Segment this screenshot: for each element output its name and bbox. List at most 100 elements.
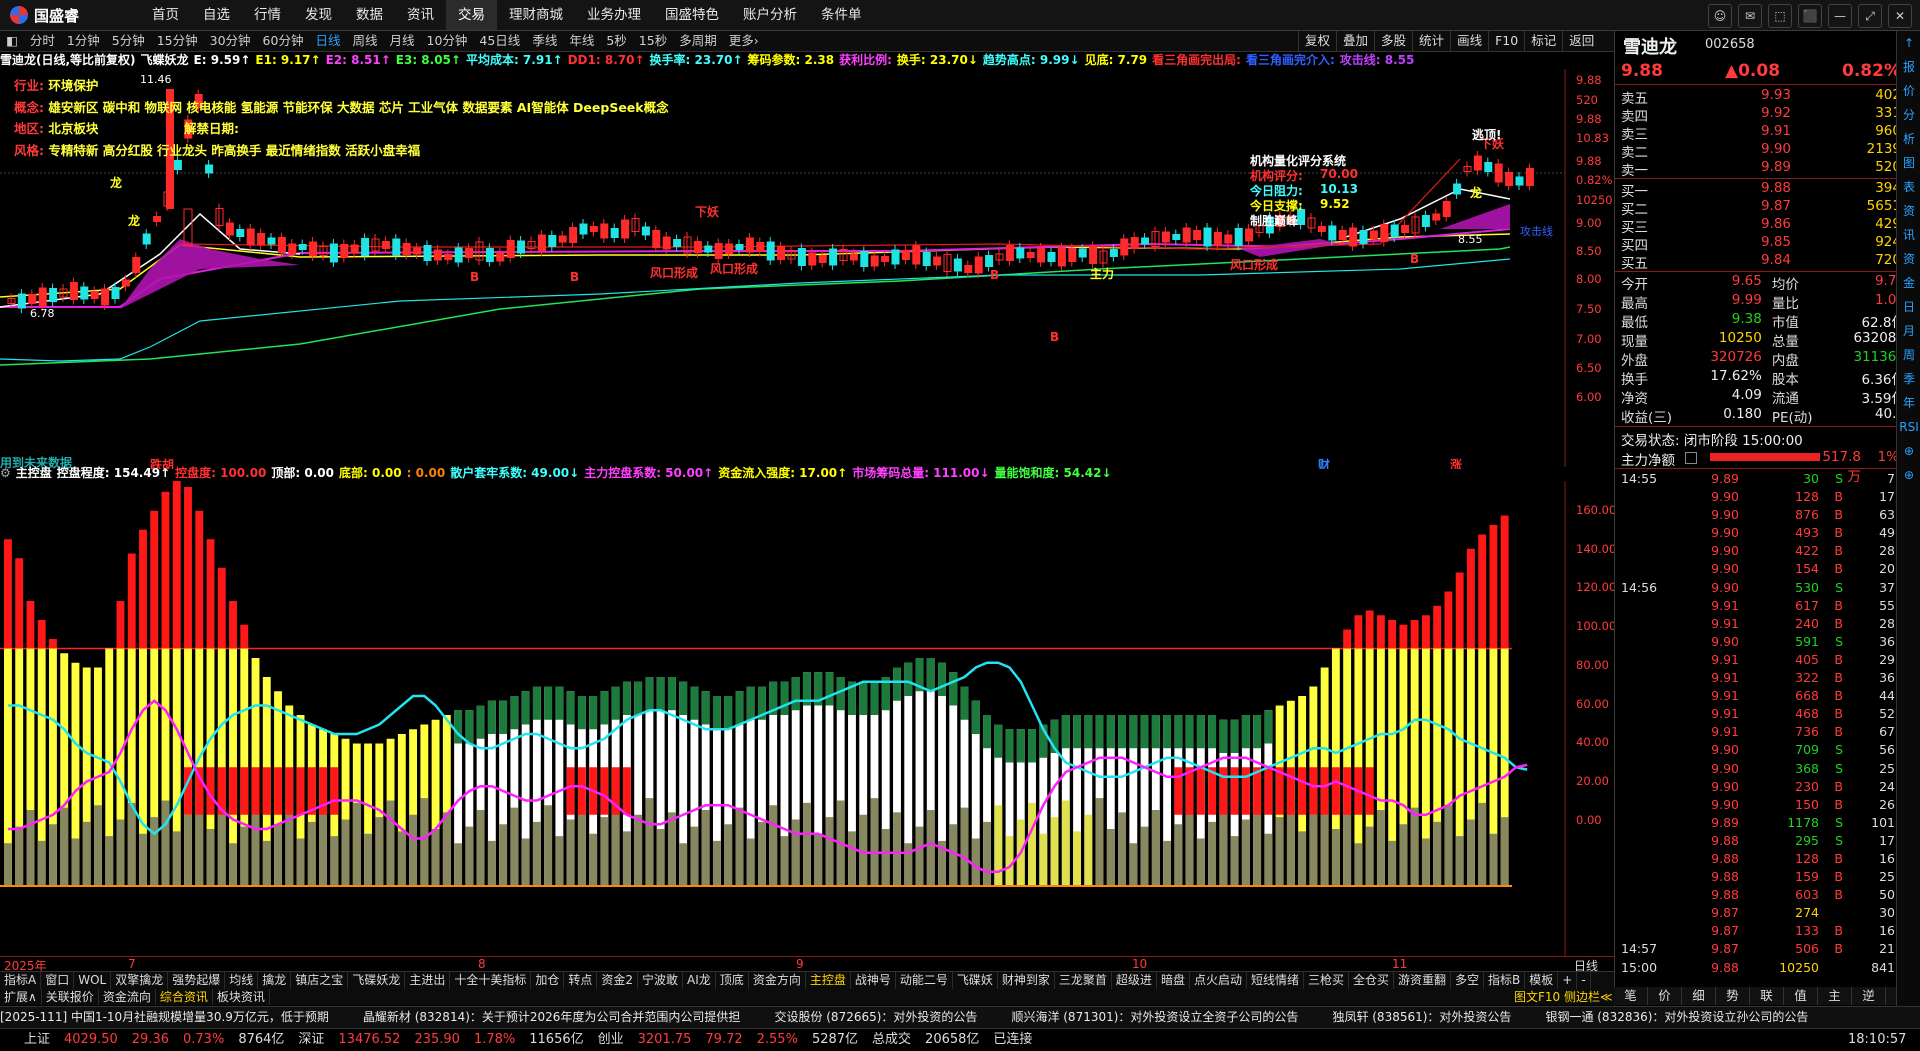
side-tab-6[interactable]: 表 <box>1897 175 1920 199</box>
nav-item-5[interactable]: 资讯 <box>395 0 446 30</box>
indicator-tab-31[interactable]: 多空 <box>1451 972 1485 989</box>
indicator-tab-27[interactable]: 短线情绪 <box>1247 972 1304 989</box>
indicator-tab-29[interactable]: 全仓买 <box>1349 972 1395 989</box>
indicator-tab-34[interactable]: + <box>1558 972 1578 989</box>
side-tab-1[interactable]: 报 <box>1897 55 1920 79</box>
period-7[interactable]: 周线 <box>346 31 383 51</box>
tool-5[interactable]: F10 <box>1488 31 1524 51</box>
info-tab-4[interactable]: 板块资讯 <box>213 989 270 1005</box>
bid-row[interactable]: 买三 9.86 429 <box>1615 216 1905 236</box>
indicator-tab-17[interactable]: 资金方向 <box>749 972 806 989</box>
indicator-tab-20[interactable]: 动能二号 <box>896 972 953 989</box>
quote-tab-6[interactable]: 主 <box>1818 987 1852 1005</box>
window-control-icon-0[interactable]: ☺ <box>1708 4 1732 28</box>
side-tab-9[interactable]: 资 <box>1897 247 1920 271</box>
indicator-tab-26[interactable]: 点火启动 <box>1190 972 1247 989</box>
indicator-tab-25[interactable]: 暗盘 <box>1157 972 1190 989</box>
quote-tab-3[interactable]: 势 <box>1716 987 1750 1005</box>
tool-2[interactable]: 多股 <box>1374 31 1412 51</box>
bid-row[interactable]: 买一 9.88 394 <box>1615 180 1905 200</box>
settings-icon[interactable]: ⚙ <box>0 466 11 480</box>
quote-tab-4[interactable]: 联 <box>1750 987 1784 1005</box>
bid-row[interactable]: 买五 9.84 720 <box>1615 252 1905 272</box>
indicator-tab-16[interactable]: 顶底 <box>716 972 749 989</box>
nav-item-11[interactable]: 条件单 <box>809 0 874 30</box>
indicator-tab-21[interactable]: 飞碟妖 <box>953 972 998 989</box>
info-tab-1[interactable]: 关联报价 <box>42 989 99 1005</box>
period-6[interactable]: 日线 <box>309 31 346 51</box>
side-tab-18[interactable]: ⊕ <box>1897 463 1920 487</box>
quote-tab-2[interactable]: 细 <box>1682 987 1716 1005</box>
window-control-icon-4[interactable]: — <box>1828 4 1852 28</box>
ask-row[interactable]: 卖五 9.93 402 <box>1615 87 1905 107</box>
indicator-tab-35[interactable]: - <box>1577 972 1591 989</box>
period-8[interactable]: 月线 <box>383 31 420 51</box>
quote-tab-1[interactable]: 价 <box>1648 987 1682 1005</box>
bid-row[interactable]: 买四 9.85 924 <box>1615 234 1905 254</box>
side-tab-3[interactable]: 分 <box>1897 103 1920 127</box>
side-tab-16[interactable]: RSI <box>1897 415 1920 439</box>
news-item[interactable]: 独凤轩 (838561)：对外投资公告 <box>1332 1010 1511 1024</box>
window-control-icon-3[interactable]: ⬛ <box>1798 4 1822 28</box>
indicator-tab-6[interactable]: 擒龙 <box>258 972 292 989</box>
indicator-tab-5[interactable]: 均线 <box>225 972 259 989</box>
side-tab-5[interactable]: 图 <box>1897 151 1920 175</box>
side-tab-0[interactable]: ↑ <box>1897 31 1920 55</box>
nav-item-7[interactable]: 理财商城 <box>497 0 575 30</box>
news-item[interactable]: 顺兴海洋 (871301)：对外投资设立全资子公司的公告 <box>1011 1010 1298 1024</box>
indicator-tab-32[interactable]: 指标B <box>1484 972 1526 989</box>
side-tab-8[interactable]: 讯 <box>1897 223 1920 247</box>
period-5[interactable]: 60分钟 <box>257 31 310 51</box>
period-0[interactable]: 分时 <box>24 31 61 51</box>
indicator-tab-23[interactable]: 三龙聚首 <box>1055 972 1112 989</box>
period-2[interactable]: 5分钟 <box>106 31 151 51</box>
nav-item-6[interactable]: 交易 <box>446 0 497 30</box>
tool-0[interactable]: 复权 <box>1298 31 1336 51</box>
period-12[interactable]: 年线 <box>563 31 600 51</box>
side-tab-17[interactable]: ⊕ <box>1897 439 1920 463</box>
indicator-tab-33[interactable]: 模板 <box>1525 972 1559 989</box>
side-tab-2[interactable]: 价 <box>1897 79 1920 103</box>
indicator-tab-1[interactable]: 窗口 <box>41 972 75 989</box>
side-tab-11[interactable]: 日 <box>1897 295 1920 319</box>
indicator-tab-13[interactable]: 资金2 <box>597 972 639 989</box>
indicator-tab-10[interactable]: 十全十美指标 <box>450 972 532 989</box>
indicator-tab-0[interactable]: 指标A <box>0 972 42 989</box>
indicator-tab-8[interactable]: 飞碟妖龙 <box>348 972 406 989</box>
indicator-tab-19[interactable]: 战神号 <box>851 972 896 989</box>
indicator-tab-30[interactable]: 游资重翻 <box>1394 972 1452 989</box>
nav-item-4[interactable]: 数据 <box>344 0 395 30</box>
indicator-tab-9[interactable]: 主进出 <box>405 972 451 989</box>
news-item[interactable]: 银钢一通 (832836)：对外投资设立孙公司的公告 <box>1545 1010 1808 1024</box>
tool-7[interactable]: 返回 <box>1562 31 1600 51</box>
info-tab-2[interactable]: 资金流向 <box>99 989 156 1005</box>
side-tab-4[interactable]: 析 <box>1897 127 1920 151</box>
quote-tab-5[interactable]: 值 <box>1784 987 1818 1005</box>
tool-6[interactable]: 标记 <box>1524 31 1562 51</box>
side-tab-10[interactable]: 金 <box>1897 271 1920 295</box>
period-11[interactable]: 季线 <box>526 31 563 51</box>
sidebar-toggle[interactable]: 图文F10 侧边栏≪ <box>1514 989 1613 1005</box>
ask-row[interactable]: 卖三 9.91 960 <box>1615 123 1905 143</box>
collapse-icon[interactable]: ◧ <box>0 31 24 51</box>
indicator-tab-11[interactable]: 加仓 <box>531 972 565 989</box>
news-item[interactable]: [2025-111] 中国1-10月社融规模增量30.9万亿元，低于预期 <box>0 1010 329 1024</box>
period-13[interactable]: 5秒 <box>600 31 632 51</box>
period-3[interactable]: 15分钟 <box>151 31 204 51</box>
indicator-tab-14[interactable]: 宁波敢 <box>638 972 684 989</box>
nav-item-3[interactable]: 发现 <box>293 0 344 30</box>
quote-tab-7[interactable]: 逆 <box>1852 987 1886 1005</box>
indicator-tab-12[interactable]: 转点 <box>564 972 598 989</box>
indicator-tab-15[interactable]: AI龙 <box>683 972 716 989</box>
quote-tab-0[interactable]: 笔 <box>1614 987 1648 1005</box>
tool-4[interactable]: 画线 <box>1450 31 1488 51</box>
control-chart[interactable] <box>0 481 1614 957</box>
period-15[interactable]: 多周期 <box>673 31 723 51</box>
indicator-tab-4[interactable]: 强势起爆 <box>168 972 226 989</box>
period-10[interactable]: 45日线 <box>473 31 526 51</box>
nav-item-10[interactable]: 账户分析 <box>731 0 809 30</box>
period-4[interactable]: 30分钟 <box>204 31 257 51</box>
indicator-tab-24[interactable]: 超级进 <box>1112 972 1157 989</box>
period-14[interactable]: 15秒 <box>633 31 673 51</box>
side-tab-15[interactable]: 年 <box>1897 391 1920 415</box>
